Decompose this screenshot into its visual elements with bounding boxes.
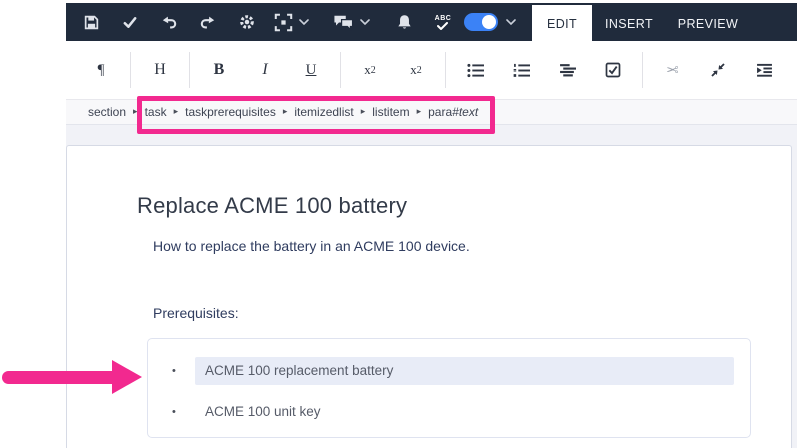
toolbar-divider xyxy=(189,52,190,88)
validate-button[interactable] xyxy=(118,10,142,34)
breadcrumb-current-label: para xyxy=(428,105,452,119)
breadcrumb-item-para-text[interactable]: para#text xyxy=(428,105,478,119)
tab-insert[interactable]: INSERT xyxy=(592,5,666,43)
bulleted-list-button[interactable] xyxy=(455,53,495,87)
bullet-icon: • xyxy=(172,365,195,377)
gear-icon xyxy=(238,13,256,31)
list-item-text-selected[interactable]: ACME 100 replacement battery xyxy=(195,357,734,385)
heading-button[interactable]: H xyxy=(140,53,180,87)
redo-button[interactable] xyxy=(196,10,220,34)
numbered-list-button[interactable] xyxy=(501,53,541,87)
breadcrumb-item-listitem[interactable]: listitem xyxy=(372,105,409,119)
toolbar-divider xyxy=(642,52,643,88)
comments-icon xyxy=(333,14,354,31)
redo-icon xyxy=(199,14,217,30)
underline-button[interactable]: U xyxy=(291,53,331,87)
definition-list-icon xyxy=(559,63,576,78)
document-title[interactable]: Replace ACME 100 battery xyxy=(137,191,407,221)
subscript-script: 2 xyxy=(417,65,422,76)
editor-content-area: Replace ACME 100 battery How to replace … xyxy=(66,125,797,448)
formatting-toolbar: ¶ H B I U x2 x2 xyxy=(66,41,797,100)
bell-icon xyxy=(396,14,413,31)
merge-arrows-icon xyxy=(710,62,726,78)
scissors-icon: ✂ xyxy=(666,61,679,79)
definition-list-button[interactable] xyxy=(547,53,587,87)
prerequisites-label[interactable]: Prerequisites: xyxy=(153,303,239,323)
breadcrumb-item-taskprerequisites[interactable]: taskprerequisites xyxy=(185,105,276,119)
list-item: • ACME 100 replacement battery xyxy=(148,357,750,385)
bold-button[interactable]: B xyxy=(199,53,239,87)
comments-dropdown[interactable] xyxy=(333,14,370,31)
indent-icon xyxy=(756,63,773,78)
chevron-down-icon xyxy=(360,19,370,25)
breadcrumb-current-suffix: #text xyxy=(452,105,478,119)
spellcheck-button[interactable]: ABC xyxy=(430,10,456,34)
breadcrumb-item-task[interactable]: task xyxy=(145,105,167,119)
cut-split-button[interactable]: ✂ xyxy=(652,53,692,87)
main-toolbar: ABC EDIT INSERT PREVIEW xyxy=(66,3,797,41)
toggle-knob xyxy=(482,15,496,29)
document-intro-paragraph[interactable]: How to replace the battery in an ACME 10… xyxy=(153,236,470,256)
procedure-checkbox-button[interactable] xyxy=(593,53,633,87)
breadcrumb-separator: ▸ xyxy=(361,107,366,117)
toolbar-divider xyxy=(130,52,131,88)
undo-button[interactable] xyxy=(157,10,181,34)
save-icon xyxy=(83,14,100,31)
settings-button[interactable] xyxy=(235,10,259,34)
toolbar-divider xyxy=(445,52,446,88)
merge-button[interactable] xyxy=(698,53,738,87)
spellcheck-toggle[interactable] xyxy=(464,13,498,31)
spellcheck-abc-icon: ABC xyxy=(435,15,452,30)
mode-tabs: EDIT INSERT PREVIEW xyxy=(532,5,750,41)
selection-mode-dropdown[interactable] xyxy=(274,13,309,32)
list-item: • ACME 100 unit key xyxy=(148,398,750,426)
toolbar-divider xyxy=(340,52,341,88)
superscript-script: 2 xyxy=(371,65,376,76)
save-button[interactable] xyxy=(79,10,103,34)
list-item-text[interactable]: ACME 100 unit key xyxy=(195,398,734,426)
tab-edit[interactable]: EDIT xyxy=(532,5,592,43)
breadcrumb-separator: ▸ xyxy=(133,107,138,117)
italic-button[interactable]: I xyxy=(245,53,285,87)
bulleted-list-icon xyxy=(467,63,484,78)
notifications-button[interactable] xyxy=(392,10,416,34)
annotation-arrow-head-icon xyxy=(112,360,142,394)
breadcrumb-separator: ▸ xyxy=(174,107,179,117)
document-panel: Replace ACME 100 battery How to replace … xyxy=(66,145,792,448)
annotation-arrow xyxy=(2,371,114,384)
breadcrumb: section ▸ task ▸ taskprerequisites ▸ ite… xyxy=(66,100,797,125)
bullet-icon: • xyxy=(172,406,195,418)
indent-button[interactable] xyxy=(744,53,784,87)
breadcrumb-item-itemizedlist[interactable]: itemizedlist xyxy=(294,105,353,119)
paragraph-button[interactable]: ¶ xyxy=(81,53,121,87)
outdent-button[interactable] xyxy=(790,53,797,87)
undo-icon xyxy=(160,14,178,30)
check-icon xyxy=(122,15,138,30)
tab-preview[interactable]: PREVIEW xyxy=(666,5,750,43)
subscript-button[interactable]: x2 xyxy=(396,53,436,87)
breadcrumb-separator: ▸ xyxy=(417,107,422,117)
superscript-button[interactable]: x2 xyxy=(350,53,390,87)
chevron-down-icon[interactable] xyxy=(506,19,516,25)
itemized-list: • ACME 100 replacement battery • ACME 10… xyxy=(147,338,751,438)
checkbox-check-icon xyxy=(605,62,621,78)
selection-frame-icon xyxy=(274,13,293,32)
breadcrumb-item-section[interactable]: section xyxy=(88,105,126,119)
breadcrumb-separator: ▸ xyxy=(283,107,288,117)
chevron-down-icon xyxy=(299,19,309,25)
numbered-list-icon xyxy=(513,63,530,78)
